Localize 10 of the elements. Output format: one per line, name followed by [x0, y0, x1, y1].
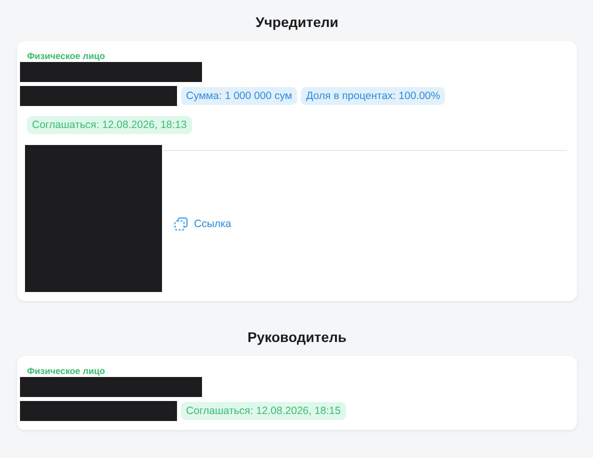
section-title: Учредители — [254, 13, 340, 32]
section-title: Руководитель — [246, 328, 348, 347]
document-link[interactable]: Ссылка — [194, 218, 232, 230]
status-badge: Соглашаться: 12.08.2026, 18:15 — [181, 402, 346, 420]
status-badge: Сумма: 1 000 000 сум — [181, 87, 298, 105]
status-badge: Соглашаться: 12.08.2026, 18:13 — [27, 116, 192, 134]
person-type-label: Физическое лицо — [26, 366, 106, 376]
person-type-label: Физическое лицо — [26, 51, 106, 61]
copy-icon — [174, 217, 188, 231]
status-badge: Доля в процентах: 100.00% — [301, 87, 446, 105]
